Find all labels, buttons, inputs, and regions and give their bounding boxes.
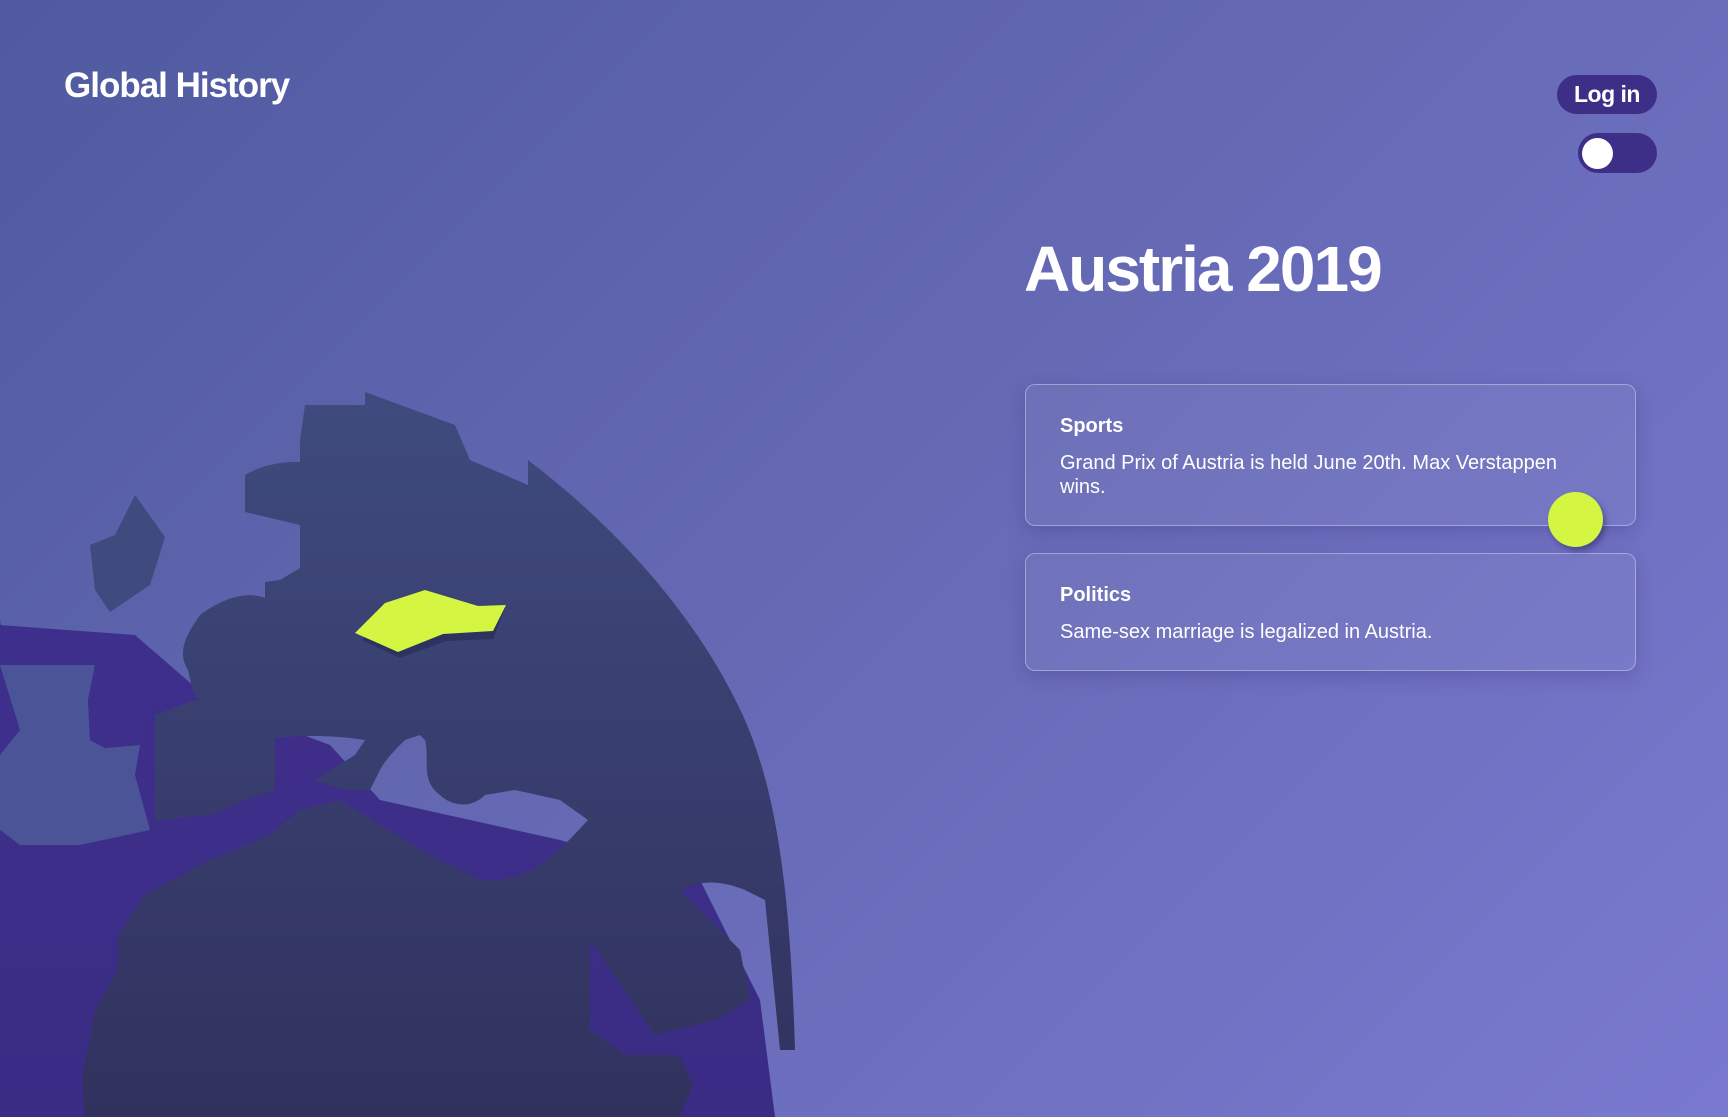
- scandinavia-landmass: [90, 495, 165, 612]
- event-text: Same-sex marriage is legalized in Austri…: [1060, 621, 1433, 643]
- page-title: Austria 2019: [1024, 233, 1383, 305]
- login-button[interactable]: Log in: [1557, 75, 1657, 114]
- timeline-marker-dot[interactable]: [1548, 492, 1603, 547]
- europe-landmass: [82, 392, 795, 1117]
- event-category: Sports: [1060, 415, 1124, 437]
- event-category: Politics: [1060, 584, 1132, 606]
- events-list: Sports Grand Prix of Austria is held Jun…: [1025, 384, 1636, 698]
- event-text: Grand Prix of Austria is held June 20th.…: [1060, 452, 1557, 498]
- event-card-politics[interactable]: Politics Same-sex marriage is legalized …: [1025, 553, 1636, 671]
- toggle-knob: [1582, 138, 1613, 169]
- theme-toggle[interactable]: [1578, 133, 1657, 173]
- event-card-sports[interactable]: Sports Grand Prix of Austria is held Jun…: [1025, 384, 1636, 526]
- site-logo[interactable]: Global History: [64, 66, 290, 106]
